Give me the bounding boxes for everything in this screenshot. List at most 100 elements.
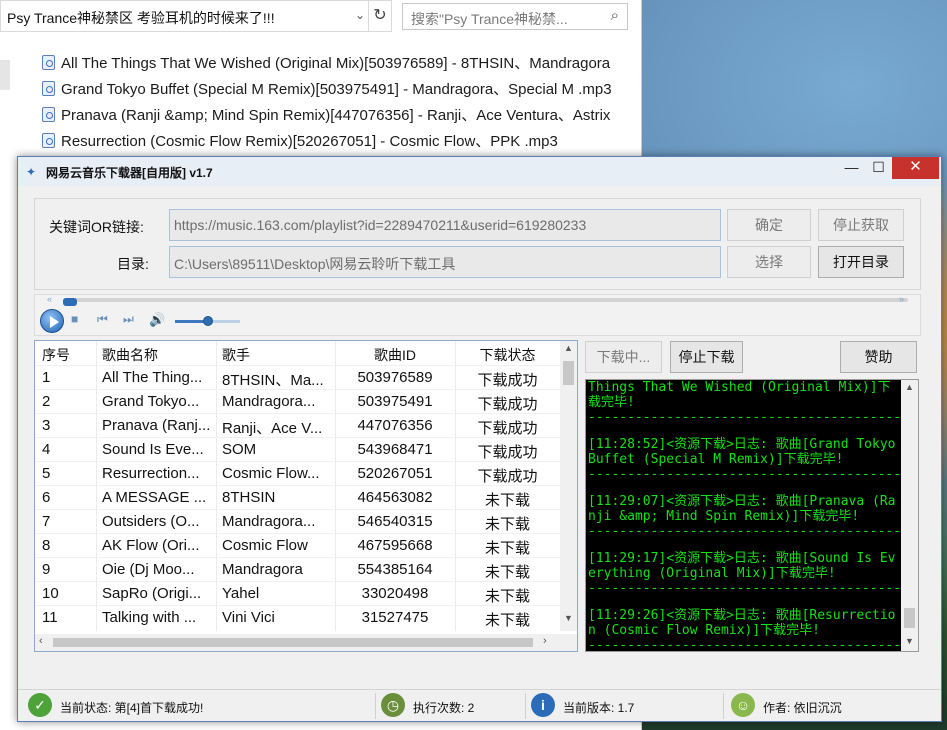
choose-directory-button[interactable]: 选择: [727, 246, 811, 278]
seek-forward-marker-icon: »: [899, 294, 905, 304]
header-download-status[interactable]: 下载状态: [455, 345, 560, 365]
next-track-icon[interactable]: ⏭: [123, 312, 134, 327]
table-row[interactable]: 1 All The Thing... 8THSIN、Ma... 503976589 下载…: [35, 365, 560, 389]
cell-song-name: A MESSAGE ...: [102, 489, 207, 506]
cell-index: 3: [42, 417, 51, 434]
keyword-url-input[interactable]: https://music.163.com/playlist?id=228947…: [169, 209, 721, 241]
open-directory-button[interactable]: 打开目录: [818, 246, 904, 278]
seek-bar[interactable]: [63, 298, 908, 306]
cell-index: 4: [42, 441, 51, 458]
stop-fetch-button[interactable]: 停止获取: [818, 209, 904, 241]
cell-download-status: 未下载: [484, 516, 530, 533]
keyword-label: 关键词OR链接:: [49, 219, 144, 235]
header-artist[interactable]: 歌手: [222, 345, 336, 365]
cell-download-status: 下载成功: [477, 468, 538, 485]
file-name: Pranava (Ranji &amp; Mind Spin Remix)[44…: [61, 107, 611, 124]
scroll-up-icon[interactable]: ▲: [901, 382, 918, 392]
scrollbar-thumb[interactable]: [904, 608, 915, 628]
cell-song-name: Outsiders (O...: [102, 513, 200, 530]
header-index[interactable]: 序号: [42, 345, 92, 365]
header-song-name[interactable]: 歌曲名称: [102, 345, 216, 365]
log-spacer: [588, 539, 900, 551]
explorer-file-item[interactable]: Pranava (Ranji &amp; Mind Spin Remix)[44…: [42, 104, 642, 128]
volume-icon[interactable]: 🔊: [149, 312, 165, 328]
window-title: 网易云音乐下载器[自用版] v1.7: [46, 166, 213, 180]
cell-song-name: All The Thing...: [102, 369, 203, 386]
cell-song-name: SapRo (Origi...: [102, 585, 202, 602]
scroll-right-icon[interactable]: ›: [543, 635, 547, 647]
confirm-button[interactable]: 确定: [727, 209, 811, 241]
scroll-down-icon[interactable]: ▼: [560, 613, 577, 623]
previous-track-icon[interactable]: ⏮: [97, 312, 108, 327]
cell-artist: Mandragora...: [222, 393, 316, 410]
close-button[interactable]: ✕: [892, 157, 939, 179]
info-icon: i: [531, 693, 555, 717]
cell-index: 2: [42, 393, 51, 410]
scroll-down-icon[interactable]: ▼: [901, 636, 918, 646]
cell-index: 5: [42, 465, 51, 482]
table-row[interactable]: 2 Grand Tokyo... Mandragora... 503975491 下载成…: [35, 389, 560, 413]
cell-artist: Yahel: [222, 585, 260, 602]
scroll-up-icon[interactable]: ▲: [560, 343, 577, 353]
status-current-text: 当前状态: 第[4]首下载成功!: [60, 701, 204, 715]
stop-icon[interactable]: ■: [71, 312, 78, 326]
table-row[interactable]: 5 Resurrection... Cosmic Flow... 520267051 下…: [35, 461, 560, 485]
cell-download-status: 下载成功: [477, 420, 538, 437]
history-clock-icon: ◷: [381, 693, 405, 717]
table-row[interactable]: 8 AK Flow (Ori... Cosmic Flow 467595668 未下载: [35, 533, 560, 557]
cell-artist: Mandragora...: [222, 513, 316, 530]
cell-artist: Ranji、Ace V...: [222, 420, 323, 437]
table-row[interactable]: 11 Talking with ... Vini Vici 31527475 未下载: [35, 605, 560, 629]
chevron-down-icon[interactable]: ⌄: [355, 8, 365, 22]
cell-song-id: 31527475: [361, 609, 429, 626]
cell-artist: Mandragora: [222, 561, 303, 578]
cell-artist: Vini Vici: [222, 609, 275, 626]
volume-knob[interactable]: [202, 316, 213, 326]
cell-song-id: 33020498: [361, 585, 429, 602]
volume-slider[interactable]: [175, 316, 240, 326]
cell-artist: Cosmic Flow: [222, 537, 308, 554]
audio-file-icon: [42, 55, 55, 70]
table-row[interactable]: 3 Pranava (Ranj... Ranji、Ace V... 447076356…: [35, 413, 560, 437]
status-exec-count-text: 执行次数: 2: [413, 701, 475, 715]
explorer-address-bar[interactable]: Psy Trance神秘禁区 考验耳机的时候来了!!! ⌄: [0, 0, 370, 32]
table-row[interactable]: 4 Sound Is Eve... SOM 543968471 下载成功: [35, 437, 560, 461]
log-console[interactable]: Things That We Wished (Original Mix)]下载完…: [585, 379, 919, 652]
log-separator: ----------------------------------------…: [588, 581, 900, 596]
minimize-button[interactable]: —: [838, 157, 865, 179]
table-row[interactable]: 9 Oie (Dj Moo... Mandragora 554385164 未下载: [35, 557, 560, 581]
cell-song-id: 464563082: [357, 489, 433, 506]
maximize-button[interactable]: ☐: [865, 157, 892, 179]
seek-thumb[interactable]: [63, 298, 77, 306]
donate-button[interactable]: 赞助: [840, 341, 917, 373]
table-row[interactable]: 6 A MESSAGE ... 8THSIN 464563082 未下载: [35, 485, 560, 509]
cell-song-id: 447076356: [357, 417, 433, 434]
log-scrollbar[interactable]: ▲ ▼: [901, 380, 918, 651]
directory-input[interactable]: C:\Users\89511\Desktop\网易云聆听下载工具: [169, 246, 721, 278]
stop-download-button[interactable]: 停止下载: [670, 341, 743, 373]
title-bar[interactable]: ✦ 网易云音乐下载器[自用版] v1.7 — ☐ ✕: [18, 157, 941, 186]
table-horizontal-scrollbar[interactable]: ‹ ›: [35, 634, 577, 651]
explorer-file-item[interactable]: All The Things That We Wished (Original …: [42, 52, 642, 76]
search-icon[interactable]: ⌕: [611, 7, 619, 24]
table-row[interactable]: 7 Outsiders (O... Mandragora... 546540315 未下…: [35, 509, 560, 533]
explorer-nav-pane-edge: [0, 60, 10, 90]
table-vertical-scrollbar[interactable]: ▲ ▼: [560, 341, 577, 631]
status-divider: [375, 693, 376, 719]
log-separator: ----------------------------------------…: [588, 467, 900, 482]
file-name: All The Things That We Wished (Original …: [61, 55, 611, 72]
explorer-search-input[interactable]: 搜索"Psy Trance神秘禁... ⌕: [402, 3, 628, 30]
table-row[interactable]: 10 SapRo (Origi... Yahel 33020498 未下载: [35, 581, 560, 605]
cell-artist: 8THSIN: [222, 489, 276, 506]
cell-index: 1: [42, 369, 51, 386]
explorer-file-item[interactable]: Grand Tokyo Buffet (Special M Remix)[503…: [42, 78, 642, 102]
explorer-file-item[interactable]: Resurrection (Cosmic Flow Remix)[5202670…: [42, 130, 642, 154]
scroll-left-icon[interactable]: ‹: [39, 635, 43, 647]
scrollbar-thumb[interactable]: [53, 638, 533, 647]
play-icon[interactable]: [40, 309, 64, 333]
header-song-id[interactable]: 歌曲ID: [335, 345, 455, 365]
refresh-icon[interactable]: ↻: [368, 0, 392, 32]
downloading-button[interactable]: 下载中...: [585, 341, 662, 373]
scrollbar-thumb[interactable]: [563, 361, 574, 385]
check-icon: ✓: [28, 693, 52, 717]
